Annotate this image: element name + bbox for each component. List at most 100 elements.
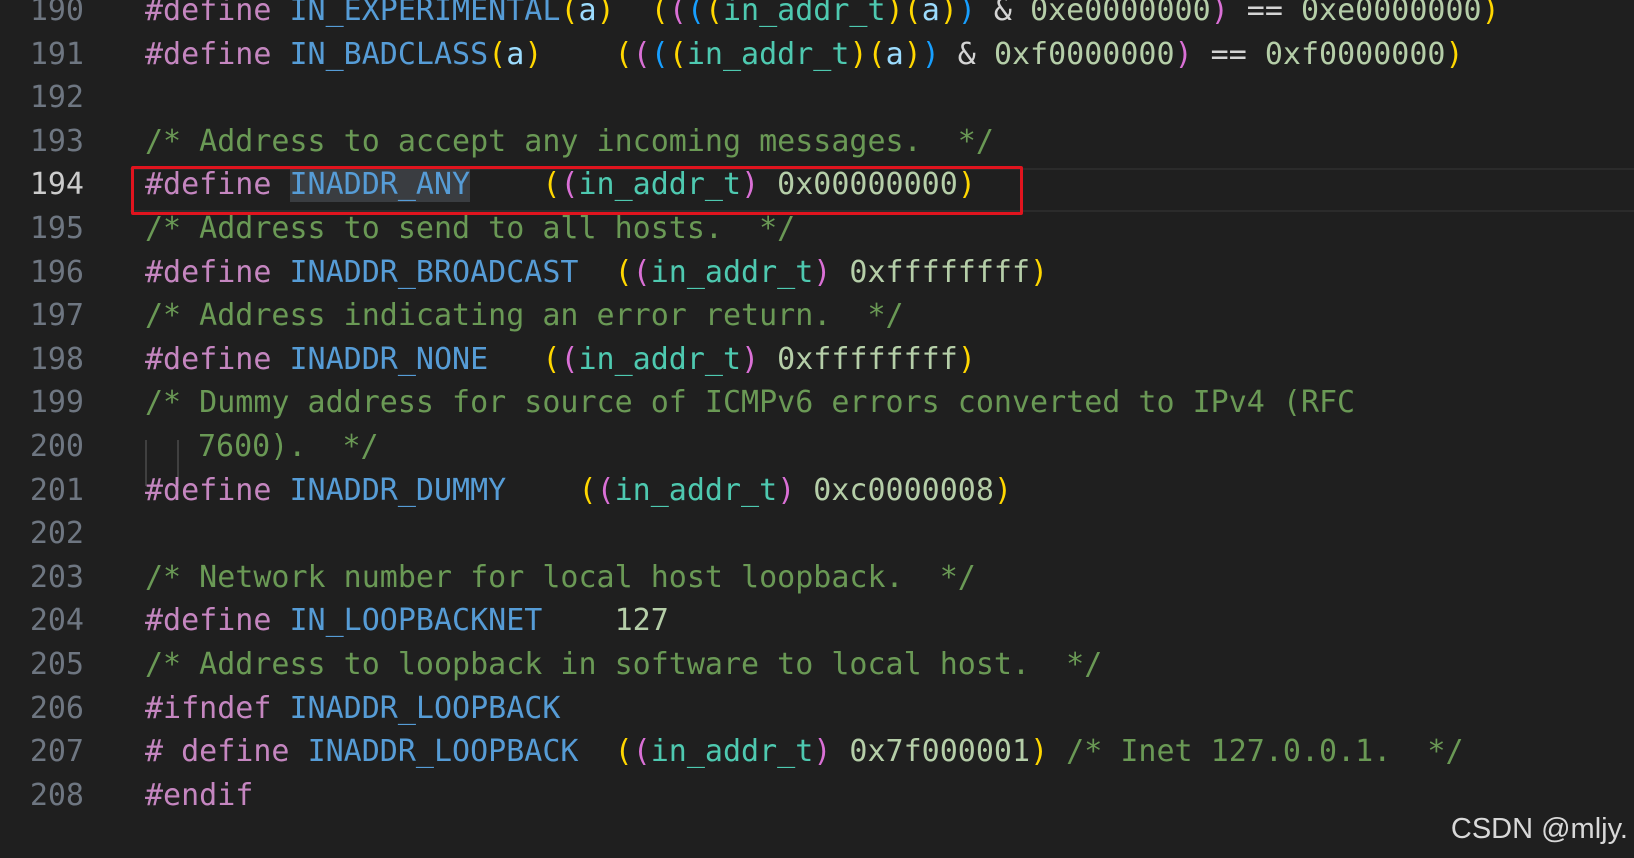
bracket: (	[903, 0, 922, 28]
code-line[interactable]: # define INADDR_LOOPBACK ((in_addr_t) 0x…	[145, 729, 1464, 775]
macro-parameter: a	[921, 0, 940, 28]
code-line[interactable]: #ifndef INADDR_LOOPBACK	[145, 686, 560, 732]
comment: /* Address to send to all hosts. */	[145, 211, 796, 246]
operator: &	[975, 0, 1031, 28]
code-line[interactable]: /* Address indicating an error return. *…	[145, 293, 904, 339]
bracket: (	[560, 0, 579, 28]
bracket: )	[596, 0, 615, 28]
comment: /* Network number for local host loopbac…	[145, 559, 976, 595]
type-name: in_addr_t	[578, 341, 742, 377]
macro-name: IN_EXPERIMENTAL	[289, 0, 561, 28]
bracket: (	[686, 0, 705, 28]
code-line[interactable]: /* Address to loopback in software to lo…	[145, 642, 1102, 688]
number-literal: 0xffffffff	[759, 341, 958, 377]
code-line[interactable]: #define IN_EXPERIMENTAL(a) ((((in_addr_t…	[145, 0, 1500, 34]
bracket: )	[1174, 36, 1193, 72]
preprocessor-keyword: #define	[145, 472, 272, 508]
bracket: (	[650, 0, 669, 28]
code-line[interactable]: #define INADDR_NONE ((in_addr_t) 0xfffff…	[145, 337, 976, 383]
macro-name: IN_BADCLASS	[289, 36, 489, 72]
watermark: CSDN @mljy.	[1450, 813, 1628, 845]
bracket: (	[542, 341, 561, 377]
operator: &	[939, 36, 994, 72]
bracket: (	[632, 734, 651, 770]
bracket: (	[578, 472, 597, 508]
preprocessor-keyword: #define	[145, 36, 272, 72]
bracket: )	[1481, 0, 1500, 28]
macro-parameter: a	[578, 0, 597, 28]
bracket: (	[704, 0, 723, 28]
bracket: )	[993, 472, 1012, 508]
code-line[interactable]: #endif	[145, 773, 253, 819]
code-line[interactable]: #define IN_LOOPBACKNET 127	[145, 598, 669, 644]
bracket: )	[1030, 734, 1049, 770]
operator: ==	[1228, 0, 1301, 28]
code-editor[interactable]: 190 191 192 193 194 195 196 197 198 199 …	[0, 0, 1634, 858]
annotation-highlight-box	[131, 166, 1023, 215]
bracket: )	[957, 341, 976, 377]
bracket: )	[1030, 254, 1049, 290]
number-literal: 127	[614, 603, 669, 639]
macro-name: IN_LOOPBACKNET	[289, 603, 543, 639]
code-line-wrapped[interactable]: 7600). */	[198, 424, 379, 470]
number-literal: 0xf0000000	[1264, 36, 1446, 72]
bracket: )	[524, 36, 543, 72]
code-line[interactable]: /* Network number for local host loopbac…	[145, 555, 976, 601]
bracket: )	[813, 254, 832, 290]
number-literal: 0xffffffff	[831, 254, 1031, 290]
macro-name: INADDR_NONE	[289, 341, 489, 377]
bracket: (	[867, 36, 886, 72]
comment: 7600). */	[198, 429, 379, 464]
code-area[interactable]: #define IN_EXPERIMENTAL(a) ((((in_addr_t…	[0, 0, 1634, 858]
bracket: (	[668, 0, 687, 28]
preprocessor-keyword: #define	[145, 254, 272, 290]
comment: /* Address indicating an error return. *…	[145, 298, 904, 334]
macro-name: INADDR_LOOPBACK	[307, 734, 579, 770]
comment: /* Address to accept any incoming messag…	[145, 123, 994, 159]
bracket: )	[939, 0, 958, 28]
code-line[interactable]: /* Address to accept any incoming messag…	[145, 119, 994, 165]
bracket: )	[741, 341, 760, 377]
macro-name: INADDR_LOOPBACK	[289, 690, 561, 726]
bracket: )	[813, 734, 832, 770]
preprocessor-keyword: #endif	[145, 777, 254, 813]
macro-name: INADDR_DUMMY	[289, 472, 507, 508]
type-name: in_addr_t	[686, 36, 850, 72]
bracket: (	[614, 734, 633, 770]
number-literal: 0xc0000008	[795, 472, 994, 508]
preprocessor-keyword: #define	[145, 341, 272, 377]
bracket: )	[957, 0, 976, 28]
comment: /* Inet 127.0.0.1. */	[1048, 734, 1464, 770]
operator: ==	[1192, 36, 1265, 72]
bracket: (	[560, 341, 579, 377]
bracket: (	[614, 36, 633, 72]
bracket: )	[849, 36, 868, 72]
bracket: )	[1445, 36, 1464, 72]
code-line[interactable]: #define INADDR_DUMMY ((in_addr_t) 0xc000…	[145, 468, 1012, 514]
preprocessor-keyword: #define	[145, 0, 272, 28]
macro-name: INADDR_BROADCAST	[289, 254, 579, 290]
code-line[interactable]: /* Dummy address for source of ICMPv6 er…	[145, 380, 1355, 426]
bracket: (	[632, 36, 651, 72]
number-literal: 0x7f000001	[831, 734, 1031, 770]
number-literal: 0xe0000000	[1030, 0, 1211, 28]
type-name: in_addr_t	[650, 734, 814, 770]
bracket: (	[668, 36, 687, 72]
preprocessor-keyword: #ifndef	[145, 690, 272, 726]
bracket: )	[1210, 0, 1229, 28]
number-literal: 0xe0000000	[1301, 0, 1482, 28]
type-name: in_addr_t	[650, 254, 814, 290]
code-line[interactable]: #define INADDR_BROADCAST ((in_addr_t) 0x…	[145, 250, 1048, 296]
type-name: in_addr_t	[614, 472, 778, 508]
bracket: )	[885, 0, 904, 28]
code-line[interactable]: #define IN_BADCLASS(a) ((((in_addr_t)(a)…	[145, 32, 1464, 78]
bracket: (	[488, 36, 507, 72]
comment: /* Address to loopback in software to lo…	[145, 647, 1103, 682]
